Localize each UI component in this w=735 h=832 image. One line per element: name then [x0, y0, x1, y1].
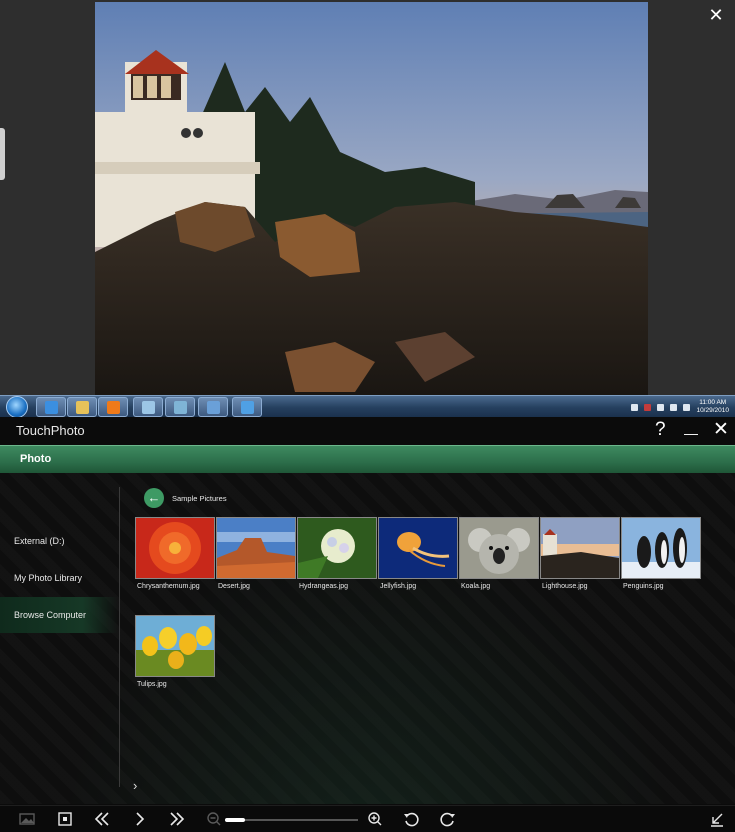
nav-divider — [119, 487, 120, 787]
file-item[interactable]: Jellyfish.jpg — [378, 517, 459, 590]
internet-explorer-icon — [45, 401, 58, 414]
file-name: Lighthouse.jpg — [542, 583, 588, 590]
slideshow-picture-icon[interactable] — [18, 810, 36, 828]
pen-app-icon — [142, 401, 155, 414]
file-name: Hydrangeas.jpg — [299, 583, 349, 590]
file-item[interactable]: Lighthouse.jpg — [540, 517, 621, 590]
dvd-app-taskbar-button[interactable] — [165, 397, 195, 417]
desert-thumb — [216, 517, 296, 579]
penguins-thumb — [621, 517, 701, 579]
zoom-out-icon[interactable] — [205, 810, 223, 828]
photo-toolbar — [0, 805, 735, 832]
koala-thumb — [459, 517, 539, 579]
file-name: Penguins.jpg — [623, 583, 664, 590]
file-item[interactable]: Desert.jpg — [216, 517, 297, 590]
rotate-right-icon[interactable] — [439, 810, 457, 828]
media-player-taskbar-button[interactable] — [98, 397, 128, 417]
nav-item-external-drive[interactable]: External (D:) — [0, 523, 118, 559]
nav-item-browse-computer[interactable]: Browse Computer — [0, 597, 118, 633]
viewer-side-handle[interactable] — [0, 128, 5, 180]
media-player-icon — [107, 401, 120, 414]
app-title: TouchPhoto — [16, 423, 85, 438]
hydrangeas-thumb — [297, 517, 377, 579]
jellyfish-thumb — [378, 517, 458, 579]
file-name: Desert.jpg — [218, 583, 250, 590]
current-folder-label: Sample Pictures — [172, 493, 227, 503]
system-tray: 11:00 AM 10/29/2010 — [631, 396, 729, 418]
clock-date: 10/29/2010 — [696, 407, 729, 414]
touchphoto-app-taskbar-button[interactable] — [232, 397, 262, 417]
file-item[interactable]: Koala.jpg — [459, 517, 540, 590]
file-name: Jellyfish.jpg — [380, 583, 417, 590]
nav-item-my-photo-library[interactable]: My Photo Library — [0, 560, 118, 596]
dvd-app-icon — [174, 401, 187, 414]
source-nav: External (D:) My Photo Library Browse Co… — [0, 473, 118, 804]
rotate-left-icon[interactable] — [402, 810, 420, 828]
file-item[interactable]: Penguins.jpg — [621, 517, 702, 590]
next-icon[interactable] — [131, 810, 149, 828]
last-icon[interactable] — [168, 810, 186, 828]
taskbar-clock[interactable]: 11:00 AM 10/29/2010 — [696, 399, 729, 415]
signal-icon[interactable] — [670, 403, 678, 411]
file-name: Tulips.jpg — [137, 681, 167, 688]
app-titlebar: TouchPhoto ? — ✕ — [0, 417, 735, 445]
clock-time: 11:00 AM — [699, 399, 727, 406]
pen-app-taskbar-button[interactable] — [133, 397, 163, 417]
pencil-app-icon — [207, 401, 220, 414]
file-item[interactable]: Tulips.jpg — [135, 615, 216, 688]
viewer-close-icon[interactable]: ✕ — [705, 4, 727, 26]
file-name: Koala.jpg — [461, 583, 491, 590]
explorer-folder-icon — [76, 401, 89, 414]
internet-explorer-taskbar-button[interactable] — [36, 397, 66, 417]
chrysanthemum-thumb — [135, 517, 215, 579]
lighthouse-thumb — [540, 517, 620, 579]
first-icon[interactable] — [93, 810, 111, 828]
help-icon[interactable]: ? — [655, 419, 666, 441]
file-item[interactable]: Chrysanthemum.jpg — [135, 517, 216, 590]
touchphoto-window: TouchPhoto ? — ✕ Photo External (D:) My … — [0, 417, 735, 832]
minimize-icon[interactable]: — — [684, 422, 698, 444]
section-ribbon: Photo — [0, 445, 735, 473]
lighthouse-photo — [95, 2, 648, 395]
start-button[interactable] — [6, 396, 28, 418]
security-icon[interactable] — [644, 403, 652, 411]
photo-viewer: ✕ — [0, 0, 735, 395]
file-name: Chrysanthemum.jpg — [137, 583, 200, 590]
tab-photo[interactable]: Photo — [20, 453, 51, 465]
app-close-icon[interactable]: ✕ — [713, 419, 729, 441]
explorer-folder-taskbar-button[interactable] — [67, 397, 97, 417]
collapse-panel-icon[interactable] — [708, 810, 726, 828]
breadcrumb: ← Sample Pictures — [144, 488, 227, 508]
file-item[interactable]: Hydrangeas.jpg — [297, 517, 378, 590]
expand-chevron-icon[interactable]: › — [133, 778, 137, 793]
zoom-in-icon[interactable] — [366, 810, 384, 828]
back-arrow-icon[interactable]: ← — [144, 488, 164, 508]
show-hidden-icons-icon[interactable] — [631, 403, 639, 411]
content-area: External (D:) My Photo Library Browse Co… — [0, 473, 735, 804]
pencil-app-taskbar-button[interactable] — [198, 397, 228, 417]
windows-taskbar: 11:00 AM 10/29/2010 — [0, 395, 735, 418]
zoom-slider-fill — [225, 818, 245, 822]
stop-icon[interactable] — [56, 810, 74, 828]
tulips-thumb — [135, 615, 215, 677]
volume-icon[interactable] — [683, 403, 691, 411]
touchphoto-app-icon — [241, 401, 254, 414]
network-icon[interactable] — [657, 403, 665, 411]
zoom-slider[interactable] — [225, 818, 358, 822]
